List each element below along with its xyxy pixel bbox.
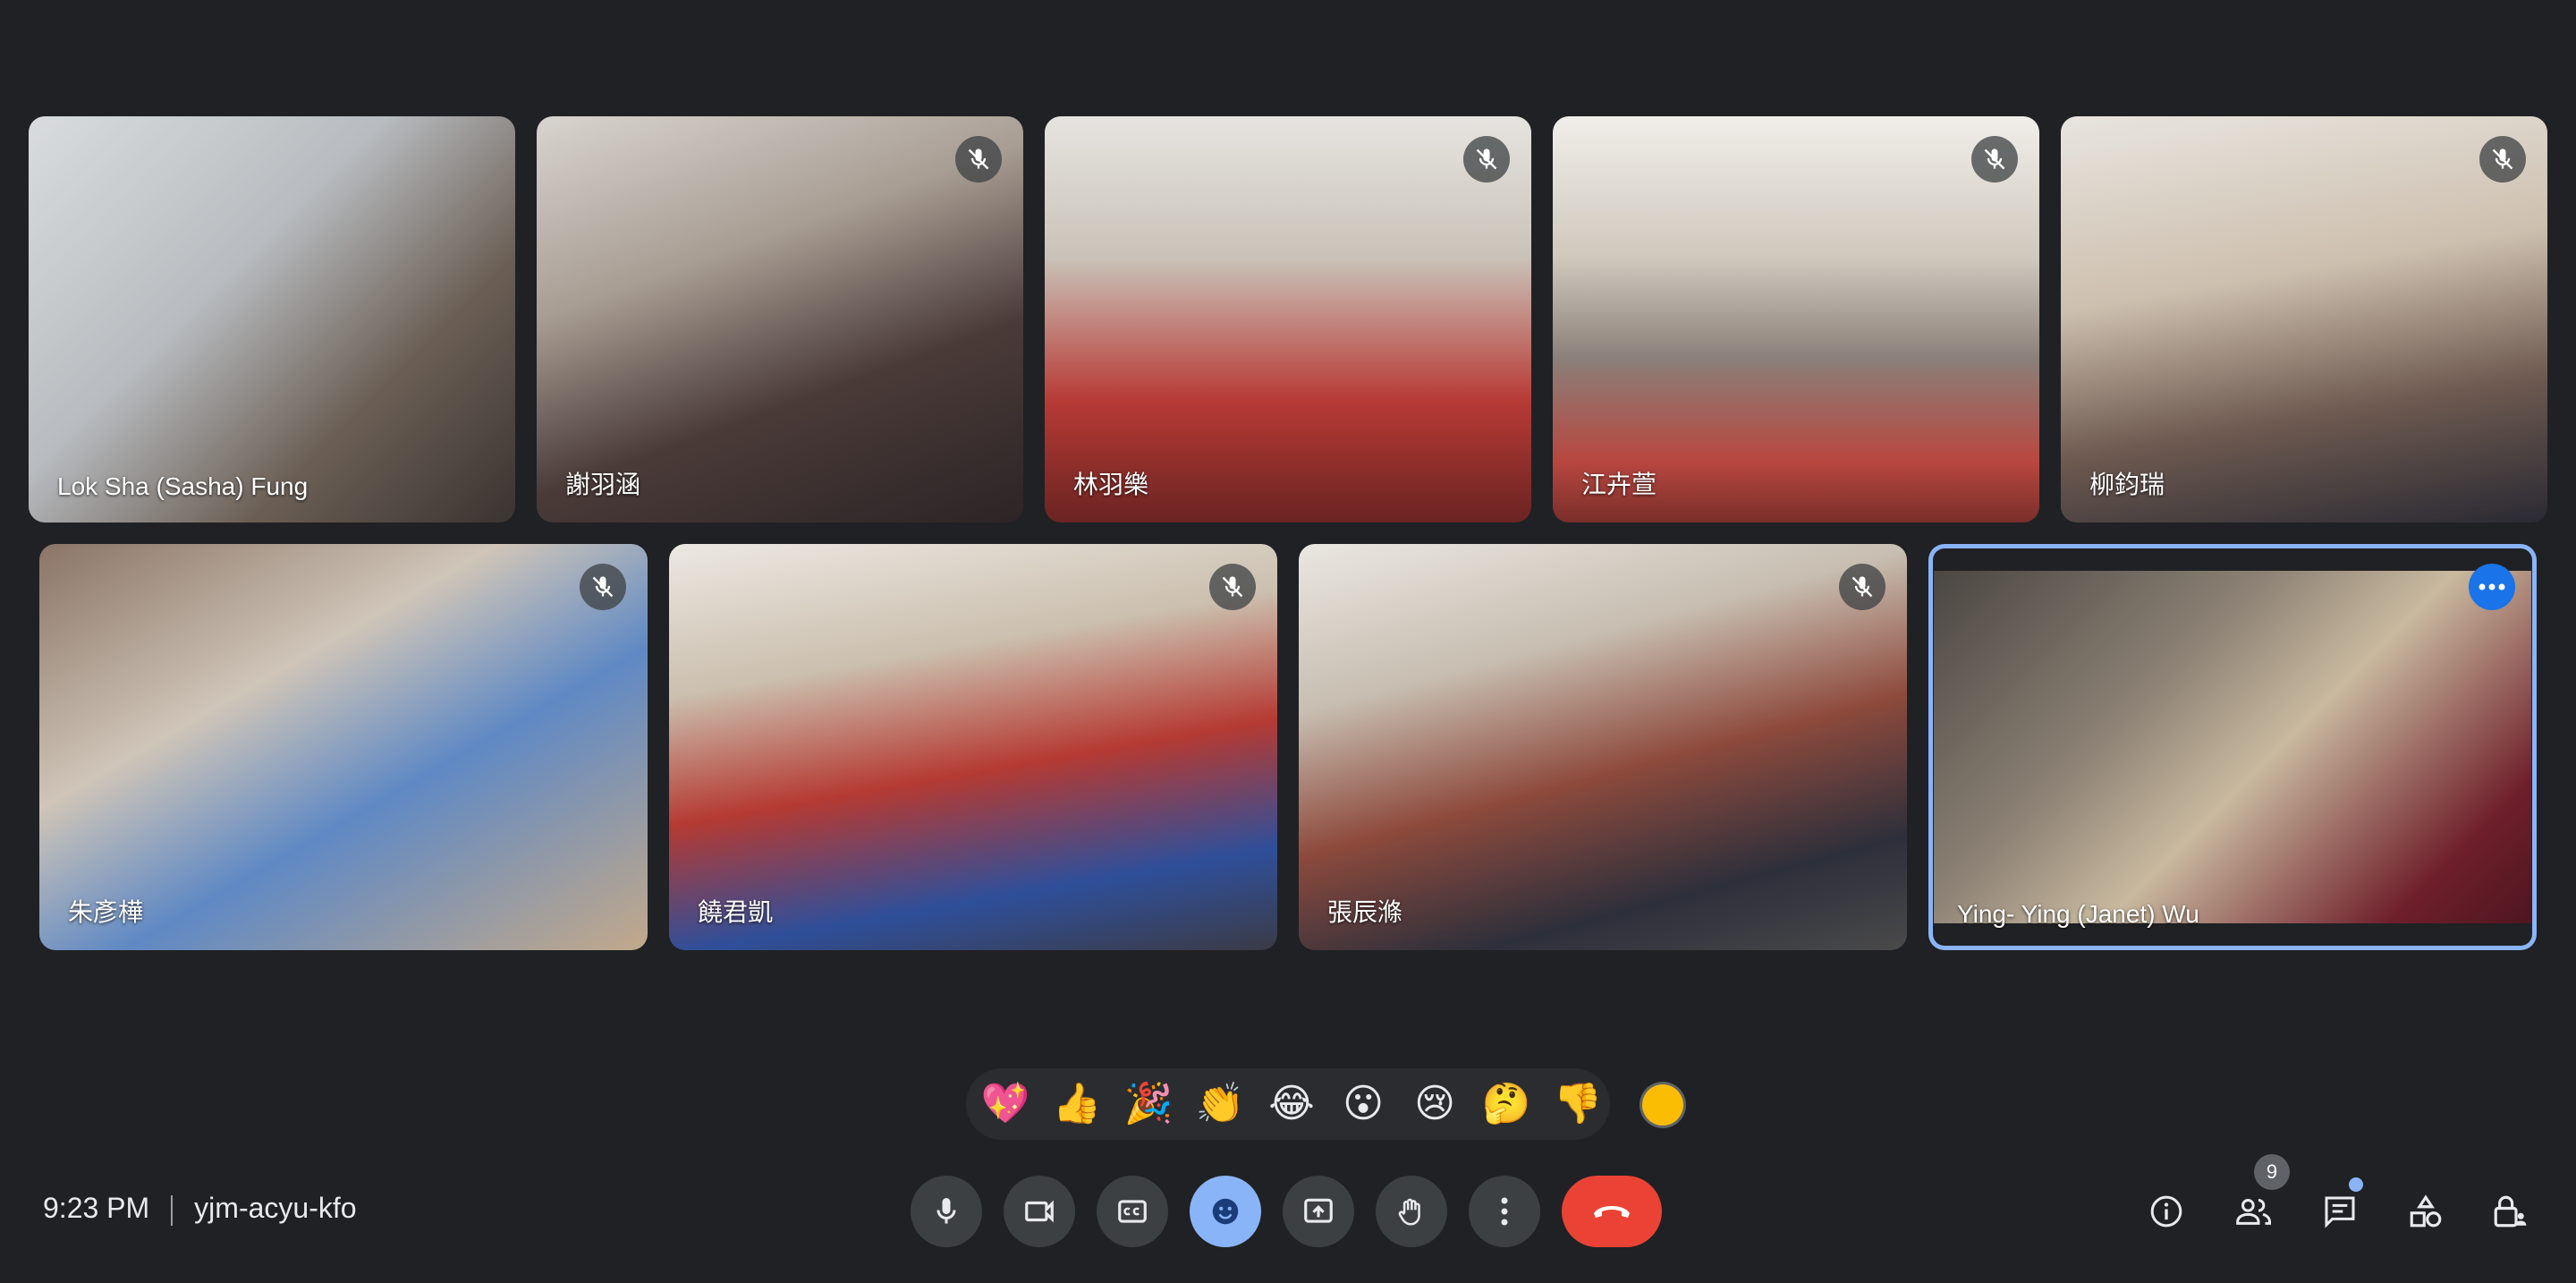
- unread-indicator: [2349, 1177, 2363, 1192]
- hand-icon: [1398, 1198, 1420, 1226]
- info-icon: [2150, 1195, 2182, 1228]
- video-feed: [39, 544, 648, 950]
- reaction-bar: 💖 👍 🎉 👏 😂 😮 😢 🤔 👎: [966, 1068, 1610, 1140]
- smile-icon: [1212, 1198, 1239, 1225]
- tears-of-joy-reaction[interactable]: 😂: [1261, 1074, 1322, 1134]
- mic-off-icon: [580, 564, 626, 610]
- camera-button[interactable]: [1004, 1176, 1075, 1247]
- party-popper-reaction[interactable]: 🎉: [1118, 1074, 1179, 1134]
- thumbs-down-reaction[interactable]: 👎: [1547, 1074, 1608, 1134]
- video-feed: [669, 544, 1277, 950]
- participant-name: 謝羽涵: [565, 471, 641, 498]
- surprised-reaction[interactable]: 😮: [1333, 1074, 1394, 1134]
- thinking-reaction[interactable]: 🤔: [1476, 1074, 1537, 1134]
- skin-tone-button[interactable]: [1642, 1084, 1683, 1126]
- video-feed: [1553, 116, 2039, 523]
- participant-tile[interactable]: 林羽樂: [1045, 116, 1531, 523]
- participant-tile[interactable]: 張辰滌: [1299, 544, 1907, 950]
- closed-captions-icon: [1118, 1200, 1147, 1223]
- video-feed: [1934, 571, 2531, 923]
- more-options-button[interactable]: [1469, 1176, 1540, 1247]
- video-feed: [537, 116, 1023, 523]
- crying-reaction[interactable]: 😢: [1404, 1074, 1465, 1134]
- video-feed: [1045, 116, 1531, 523]
- participant-name: 饒君凱: [698, 898, 774, 926]
- activities-button[interactable]: [2390, 1176, 2462, 1247]
- meeting-time: 9:23 PM: [43, 1192, 150, 1224]
- participant-name: 張辰滌: [1327, 898, 1403, 926]
- video-feed: [2061, 116, 2547, 523]
- microphone-icon: [936, 1198, 956, 1224]
- participant-name: 柳鈞瑞: [2089, 471, 2165, 498]
- video-camera-icon: [1025, 1200, 1054, 1223]
- hang-up-icon: [1594, 1206, 1630, 1218]
- participant-tile[interactable]: Ying- Ying (Janet) Wu: [1928, 544, 2537, 950]
- participant-name: Ying- Ying (Janet) Wu: [1957, 900, 2199, 928]
- leave-call-button[interactable]: [1562, 1176, 1662, 1247]
- mic-off-icon: [955, 136, 1002, 183]
- meeting-details-button[interactable]: [2131, 1176, 2202, 1247]
- participant-tile[interactable]: 饒君凱: [669, 544, 1277, 950]
- mic-off-icon: [1839, 564, 1885, 610]
- chat-icon: [2325, 1196, 2355, 1228]
- host-controls-button[interactable]: [2474, 1176, 2546, 1247]
- participant-tile[interactable]: Lok Sha (Sasha) Fung: [29, 116, 515, 523]
- participant-name: 江卉萱: [1581, 471, 1657, 498]
- participant-name: 朱彥樺: [68, 898, 144, 926]
- thumbs-up-reaction[interactable]: 👍: [1046, 1074, 1107, 1134]
- emoji-button[interactable]: [1190, 1176, 1261, 1247]
- more-vertical-icon: [1501, 1197, 1508, 1226]
- sparkling-heart-reaction[interactable]: 💖: [975, 1074, 1036, 1134]
- captions-button[interactable]: [1097, 1176, 1168, 1247]
- participant-count-badge: 9: [2254, 1154, 2290, 1190]
- participant-name: Lok Sha (Sasha) Fung: [57, 472, 309, 500]
- mic-off-icon: [2479, 136, 2526, 183]
- present-button[interactable]: [1283, 1176, 1354, 1247]
- mic-off-icon: [1463, 136, 1510, 183]
- divider: [171, 1194, 174, 1226]
- participant-tile[interactable]: 江卉萱: [1553, 116, 2039, 523]
- more-horizontal-icon: [2479, 583, 2505, 591]
- meeting-code: yjm-acyu-kfo: [194, 1192, 357, 1224]
- participant-name: 林羽樂: [1073, 471, 1149, 498]
- participant-tile[interactable]: 朱彥樺: [39, 544, 648, 950]
- mic-off-icon: [1209, 564, 1256, 610]
- participant-tile[interactable]: 謝羽涵: [537, 116, 1023, 523]
- raise-hand-button[interactable]: [1376, 1176, 1447, 1247]
- present-screen-icon: [1304, 1198, 1333, 1223]
- people-icon: [2236, 1199, 2271, 1225]
- video-feed: [1299, 544, 1907, 950]
- participant-tile[interactable]: 柳鈞瑞: [2061, 116, 2547, 523]
- clapping-reaction[interactable]: 👏: [1190, 1074, 1250, 1134]
- shapes-icon: [2410, 1194, 2442, 1228]
- more-options-button[interactable]: [2469, 564, 2515, 610]
- mic-off-icon: [1971, 136, 2018, 183]
- chat-button[interactable]: [2304, 1176, 2376, 1247]
- microphone-button[interactable]: [911, 1176, 982, 1247]
- lock-person-icon: [2494, 1195, 2527, 1228]
- video-feed: [29, 116, 515, 523]
- meeting-info: 9:23 PM yjm-acyu-kfo: [43, 1192, 357, 1226]
